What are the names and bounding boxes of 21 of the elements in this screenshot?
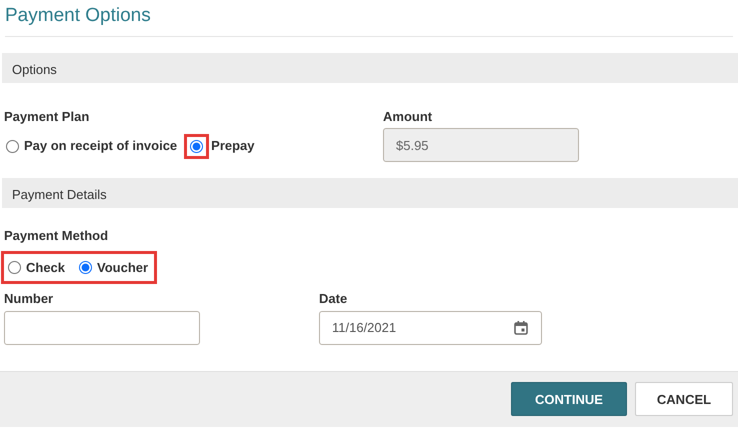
radio-button[interactable] [6,140,19,153]
radio-label[interactable]: Voucher [97,258,148,278]
radio-button[interactable] [79,261,92,274]
date-field[interactable]: 11/16/2021 [319,310,542,345]
cancel-button[interactable]: CANCEL [635,382,733,416]
number-field[interactable] [4,310,200,345]
field-label: Payment Method [4,227,110,246]
calendar-icon[interactable] [513,320,529,336]
field-label: Number [4,290,54,308]
field-label: Amount [383,108,434,126]
radio-button[interactable] [190,140,204,153]
field-label: Payment Plan [4,108,90,126]
radio-button[interactable] [8,261,21,274]
section-header: Payment Details [2,178,738,208]
continue-button[interactable]: CONTINUE [511,382,627,416]
field-label: Date [319,290,348,308]
radio-label[interactable]: Pay on receipt of invoice [24,136,178,156]
section-header: Options [2,52,738,83]
radio-label[interactable]: Check [26,258,66,278]
radio-label[interactable]: Prepay [211,136,255,156]
page-title: Payment Options [4,4,152,28]
